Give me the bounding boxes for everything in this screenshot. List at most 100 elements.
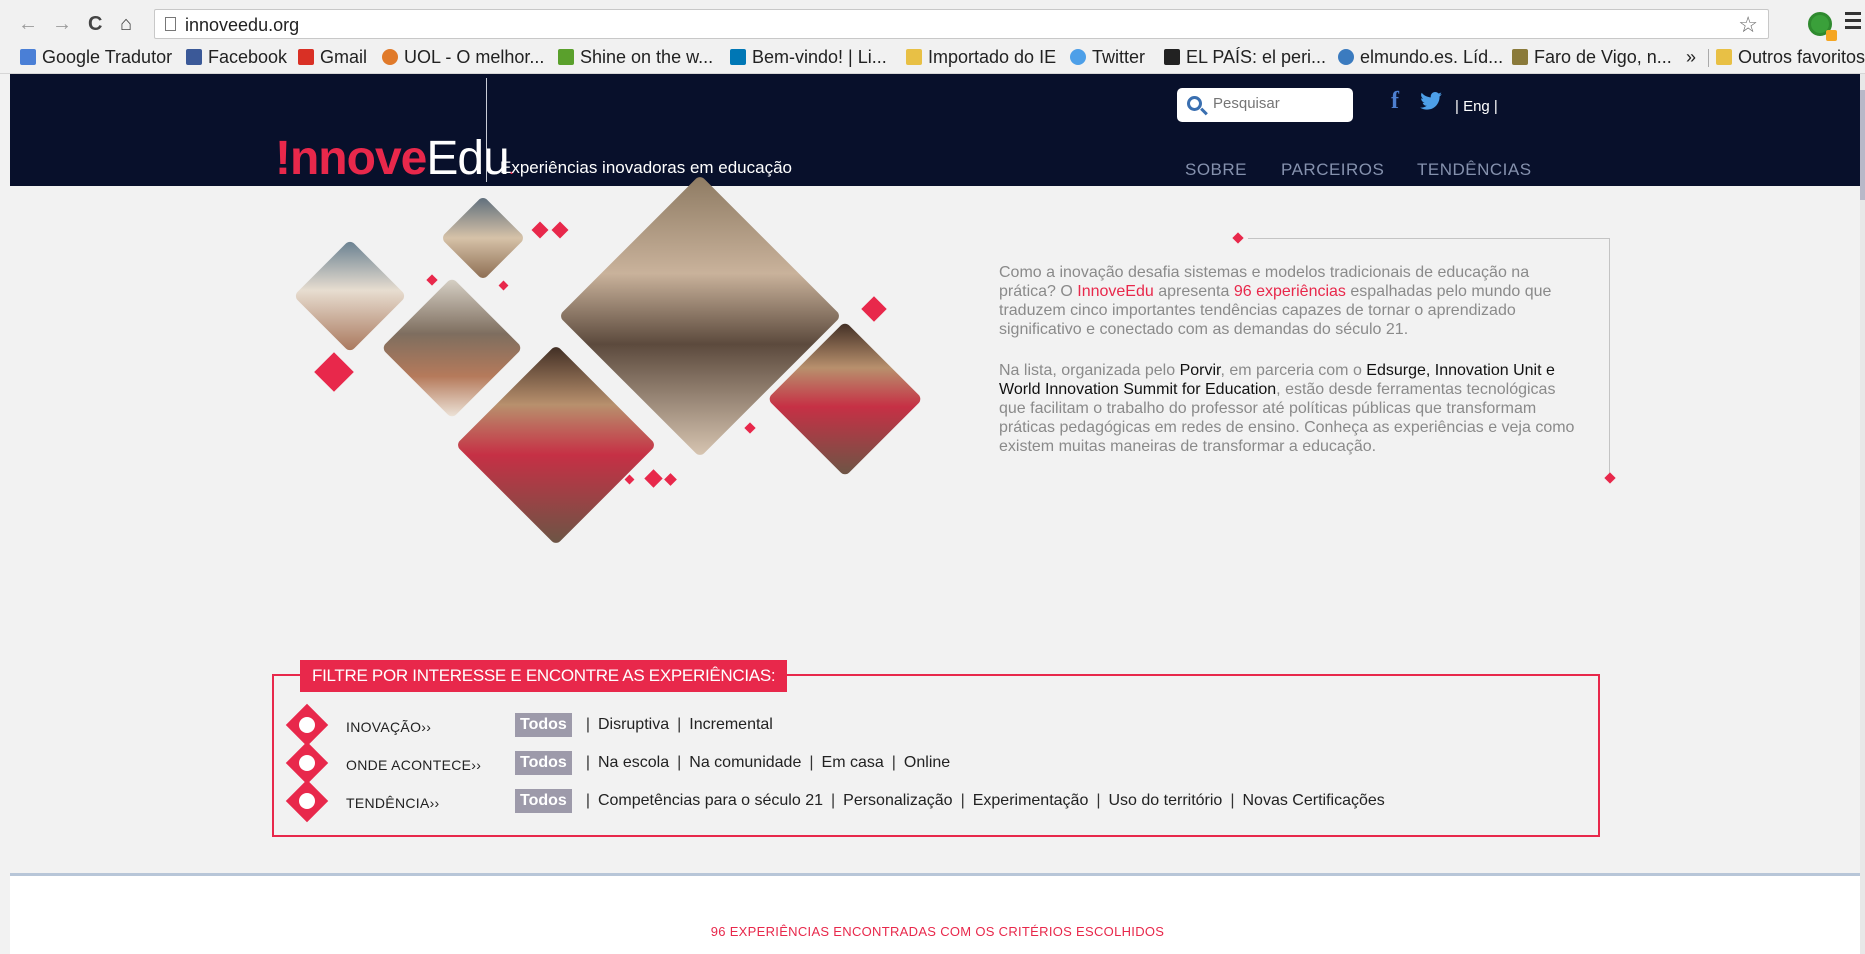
- site-header: !nnoveEdu. Experiências inovadoras em ed…: [10, 74, 1865, 186]
- home-button[interactable]: ⌂: [120, 10, 132, 38]
- filter-options: Todos | Competências para o século 21 | Pers…: [515, 789, 1385, 813]
- hero-photo: [440, 195, 526, 281]
- facebook-icon[interactable]: f: [1391, 88, 1399, 115]
- bookmarks-separator: [1708, 49, 1709, 67]
- filter-row-inovacao: INOVAÇÃO›› Todos | Disruptiva | Incremental: [285, 703, 1582, 747]
- bookmark-item[interactable]: Twitter: [1070, 44, 1145, 70]
- twitter-icon[interactable]: [1420, 90, 1442, 116]
- nav-parceiros[interactable]: PARCEIROS: [1281, 160, 1384, 180]
- uol-icon: [382, 49, 398, 65]
- filter-option[interactable]: Online: [904, 754, 950, 771]
- gmail-icon: [298, 49, 314, 65]
- nav-tendencias[interactable]: TENDÊNCIAS: [1417, 160, 1532, 180]
- folder-icon: [1716, 49, 1732, 65]
- intro-paragraph: Como a inovação desafia sistemas e model…: [999, 264, 1552, 338]
- frame-dot: [1232, 232, 1244, 244]
- filter-row-onde-acontece: ONDE ACONTECE›› Todos | Na escola | Na comun…: [285, 741, 1582, 785]
- search-icon: [1187, 96, 1202, 111]
- bookmark-item[interactable]: Facebook: [186, 44, 287, 70]
- filter-label: TENDÊNCIA››: [346, 795, 440, 811]
- hero-frame-line: [1248, 238, 1610, 239]
- back-button[interactable]: ←: [18, 10, 38, 38]
- bookmarks-overflow-button[interactable]: »: [1686, 44, 1696, 70]
- bookmark-item[interactable]: Bem-vindo! | Li...: [730, 44, 887, 70]
- hero-frame-line: [1609, 238, 1610, 478]
- decorative-diamond: [624, 474, 635, 485]
- shine-icon: [558, 49, 574, 65]
- decorative-diamond: [744, 422, 756, 434]
- decorative-diamond: [498, 280, 509, 291]
- experiences-count-highlight: 96 experiências: [1233, 283, 1346, 300]
- brand-highlight: InnoveEdu: [1077, 283, 1154, 300]
- bookmark-item[interactable]: elmundo.es. Líd...: [1338, 44, 1503, 70]
- location-pin-icon: [285, 741, 329, 785]
- scrollbar-thumb[interactable]: [1860, 90, 1865, 200]
- filter-title: FILTRE POR INTERESSE E ENCONTRE AS EXPER…: [300, 660, 788, 692]
- folder-icon: [906, 49, 922, 65]
- browser-toolbar: ← → C ⌂ innoveedu.org ☆ Google Tradutor …: [0, 0, 1865, 74]
- page-icon: [165, 17, 176, 31]
- filter-option[interactable]: Na escola: [598, 754, 669, 771]
- bookmarks-bar: Google Tradutor Facebook Gmail UOL - O m…: [0, 44, 1865, 72]
- farodevigo-icon: [1512, 49, 1528, 65]
- decorative-diamond: [664, 473, 677, 486]
- filter-option-todos[interactable]: Todos: [515, 789, 572, 813]
- filter-options: Todos | Na escola | Na comunidade | Em casa | On…: [515, 751, 950, 775]
- decorative-diamond: [531, 221, 549, 239]
- translate-icon: [20, 49, 36, 65]
- filter-option[interactable]: Experimentação: [973, 792, 1089, 809]
- filter-option[interactable]: Personalização: [843, 792, 952, 809]
- filter-option[interactable]: Novas Certificações: [1242, 792, 1384, 809]
- filter-label: ONDE ACONTECE››: [346, 757, 482, 773]
- filter-option-todos[interactable]: Todos: [515, 713, 572, 737]
- header-divider: [486, 78, 487, 182]
- forward-button[interactable]: →: [52, 10, 72, 38]
- bookmark-item[interactable]: Gmail: [298, 44, 367, 70]
- filter-option-todos[interactable]: Todos: [515, 751, 572, 775]
- browser-menu-icon[interactable]: [1845, 12, 1861, 30]
- language-switch-link[interactable]: | Eng |: [1455, 98, 1498, 115]
- bookmark-star-icon[interactable]: ☆: [1738, 12, 1758, 38]
- nav-sobre[interactable]: SOBRE: [1185, 160, 1247, 180]
- bookmark-item[interactable]: Faro de Vigo, n...: [1512, 44, 1672, 70]
- search-input[interactable]: [1213, 95, 1343, 112]
- bookmark-item[interactable]: Google Tradutor: [20, 44, 172, 70]
- bookmark-item[interactable]: Shine on the w...: [558, 44, 713, 70]
- address-bar[interactable]: innoveedu.org ☆: [154, 9, 1769, 39]
- bookmark-item[interactable]: Importado do IE: [906, 44, 1056, 70]
- elpais-icon: [1164, 49, 1180, 65]
- bookmark-item[interactable]: EL PAÍS: el peri...: [1164, 44, 1326, 70]
- hero-photo: [293, 239, 407, 353]
- bookmark-item[interactable]: UOL - O melhor...: [382, 44, 544, 70]
- balloon-icon: [285, 779, 329, 823]
- filter-option[interactable]: Competências para o século 21: [598, 792, 823, 809]
- reload-button[interactable]: C: [88, 10, 102, 38]
- filter-option[interactable]: Disruptiva: [598, 716, 669, 733]
- scrollbar-track[interactable]: [1860, 74, 1865, 954]
- site-tagline: Experiências inovadoras em educação: [500, 158, 793, 177]
- other-bookmarks-folder[interactable]: Outros favoritos: [1716, 44, 1865, 70]
- decorative-diamond: [551, 221, 569, 239]
- filter-row-tendencia: TENDÊNCIA›› Todos | Competências para o sé…: [285, 779, 1582, 823]
- linkedin-icon: [730, 49, 746, 65]
- decorative-diamond: [861, 296, 887, 322]
- facebook-icon: [186, 49, 202, 65]
- filter-option[interactable]: Uso do território: [1109, 792, 1223, 809]
- results-count-text: 96 EXPERIÊNCIAS ENCONTRADAS COM OS CRITÉ…: [710, 924, 1165, 939]
- hero-intro-text: Como a inovação desafia sistemas e model…: [999, 263, 1579, 478]
- filter-options: Todos | Disruptiva | Incremental: [515, 713, 773, 737]
- partners-paragraph: Na lista, organizada pelo Porvir, em par…: [999, 362, 1575, 455]
- decorative-diamond: [644, 469, 663, 488]
- hero-section: Como a inovação desafia sistemas e model…: [10, 174, 1865, 624]
- site-logo[interactable]: !nnoveEdu.: [275, 134, 514, 193]
- filter-option[interactable]: Em casa: [822, 754, 884, 771]
- filter-option[interactable]: Na comunidade: [689, 754, 801, 771]
- elmundo-icon: [1338, 49, 1354, 65]
- extension-icon[interactable]: [1808, 12, 1837, 41]
- search-box[interactable]: [1177, 88, 1353, 122]
- filter-option[interactable]: Incremental: [689, 716, 773, 733]
- decorative-diamond: [314, 352, 354, 392]
- lightbulb-icon: [285, 703, 329, 747]
- decorative-diamond: [426, 274, 438, 286]
- filter-label: INOVAÇÃO››: [346, 719, 432, 735]
